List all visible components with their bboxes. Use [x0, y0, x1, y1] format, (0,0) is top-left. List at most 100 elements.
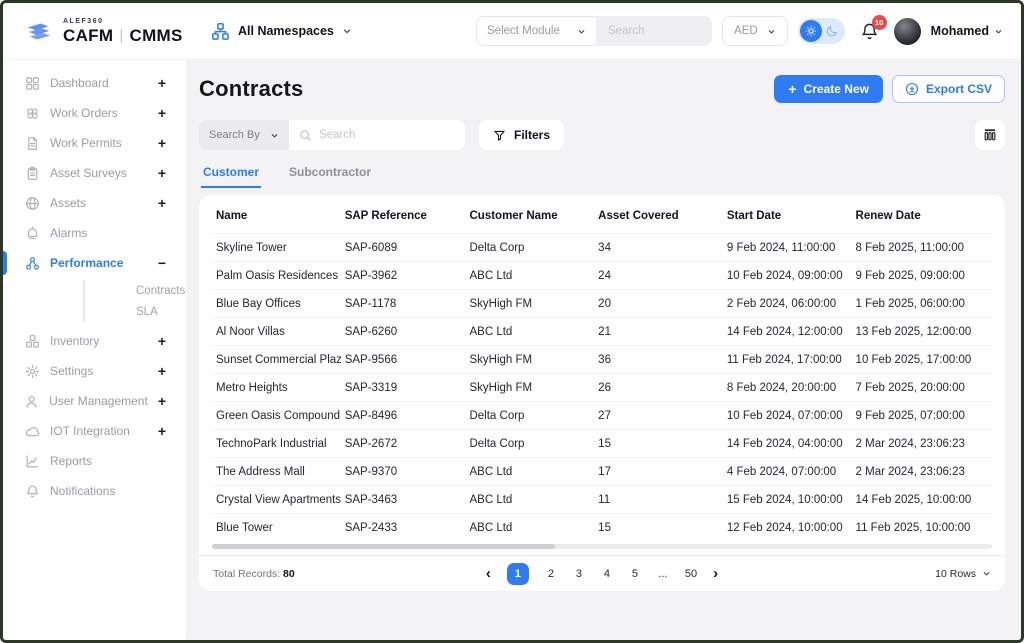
cell-name: Crystal View Apartments [212, 486, 341, 514]
sidebar-item-asset-surveys[interactable]: Asset Surveys+ [3, 158, 186, 188]
pagination-page-2[interactable]: 2 [545, 568, 557, 580]
cell-asset-covered: 17 [594, 458, 723, 486]
pagination-page-50[interactable]: 50 [685, 568, 697, 580]
pagination-page-5[interactable]: 5 [629, 568, 641, 580]
sidebar-item-notifications[interactable]: Notifications [3, 476, 186, 506]
cell-customer-name: ABC Ltd [465, 486, 594, 514]
create-new-button[interactable]: + Create New [774, 75, 883, 103]
global-search-input[interactable] [596, 16, 712, 46]
table-row[interactable]: Green Oasis CompoundSAP-8496Delta Corp27… [212, 402, 992, 430]
sidebar-item-label: Reports [50, 454, 166, 468]
sidebar-subitem-sla[interactable]: SLA [85, 301, 186, 322]
create-new-label: Create New [804, 82, 869, 96]
sidebar-item-reports[interactable]: Reports [3, 446, 186, 476]
dark-mode-moon-icon[interactable] [825, 24, 839, 38]
expand-plus-icon[interactable]: + [158, 166, 166, 180]
search-by-dropdown[interactable]: Search By [199, 120, 289, 150]
cell-sap-reference: SAP-6089 [341, 234, 466, 262]
export-csv-button[interactable]: Export CSV [892, 75, 1005, 103]
pagination-page-1[interactable]: 1 [507, 563, 529, 585]
sidebar-item-work-orders[interactable]: Work Orders+ [3, 98, 186, 128]
cell-start-date: 14 Feb 2024, 12:00:00 [723, 318, 852, 346]
alarm-icon [24, 226, 40, 241]
sidebar-item-iot-integration[interactable]: IOT Integration + [3, 416, 186, 446]
cell-sap-reference: SAP-8496 [341, 402, 466, 430]
expand-plus-icon[interactable]: + [158, 364, 166, 378]
table-row[interactable]: Sunset Commercial PlazaSAP-9566SkyHigh F… [212, 346, 992, 374]
column-settings-button[interactable] [975, 120, 1005, 150]
cell-name: Al Noor Villas [212, 318, 341, 346]
cell-start-date: 11 Feb 2024, 17:00:00 [723, 346, 852, 374]
sidebar-item-label: IOT Integration [50, 424, 148, 438]
table-row[interactable]: Crystal View ApartmentsSAP-3463ABC Ltd11… [212, 486, 992, 514]
expand-plus-icon[interactable]: + [158, 424, 166, 438]
user-avatar[interactable] [894, 18, 921, 45]
brand-logo[interactable]: ALEF360 CAFM | CMMS [23, 17, 189, 45]
expand-plus-icon[interactable]: + [158, 334, 166, 348]
table-row[interactable]: Metro HeightsSAP-3319SkyHigh FM268 Feb 2… [212, 374, 992, 402]
sidebar-item-performance[interactable]: Performance− [3, 248, 186, 278]
tab-subcontractor[interactable]: Subcontractor [287, 165, 373, 188]
expand-plus-icon[interactable]: + [158, 76, 166, 90]
namespaces-dropdown[interactable]: All Namespaces [211, 22, 352, 41]
cell-sap-reference: SAP-3962 [341, 262, 466, 290]
sidebar-item-alarms[interactable]: Alarms [3, 218, 186, 248]
table-row[interactable]: Skyline TowerSAP-6089Delta Corp349 Feb 2… [212, 234, 992, 262]
table-row[interactable]: Palm Oasis ResidencesSAP-3962ABC Ltd2410… [212, 262, 992, 290]
topbar-right: Select Module AED [476, 16, 1003, 46]
light-mode-sun-icon[interactable] [800, 20, 822, 42]
sidebar-item-dashboard[interactable]: Dashboard + [3, 68, 186, 98]
table-row[interactable]: Blue TowerSAP-2433ABC Ltd1512 Feb 2024, … [212, 514, 992, 542]
sidebar-subitem-contracts[interactable]: Contracts [85, 280, 186, 301]
expand-plus-icon[interactable]: + [158, 106, 166, 120]
cell-customer-name: SkyHigh FM [465, 290, 594, 318]
notifications-bell[interactable]: 10 [860, 22, 879, 41]
tab-customer[interactable]: Customer [201, 165, 261, 188]
sidebar-item-assets[interactable]: Assets + [3, 188, 186, 218]
table-row[interactable]: TechnoPark IndustrialSAP-2672Delta Corp1… [212, 430, 992, 458]
column-header-name: Name [212, 197, 341, 234]
cell-customer-name: ABC Ltd [465, 318, 594, 346]
table-tabs: Customer Subcontractor [199, 165, 1005, 188]
sidebar-item-label: Alarms [50, 226, 166, 240]
collapse-minus-icon[interactable]: − [158, 256, 166, 270]
rows-per-page-dropdown[interactable]: 10 Rows [718, 568, 991, 580]
cell-renew-date: 10 Feb 2025, 17:00:00 [852, 346, 992, 374]
sidebar-item-settings[interactable]: Settings+ [3, 356, 186, 386]
cell-renew-date: 2 Mar 2024, 23:06:23 [852, 458, 992, 486]
theme-toggle[interactable] [798, 18, 845, 44]
table-row[interactable]: Blue Bay OfficesSAP-1178SkyHigh FM202 Fe… [212, 290, 992, 318]
table-search [289, 120, 465, 150]
horizontal-scrollbar-thumb[interactable] [212, 544, 555, 549]
currency-dropdown[interactable]: AED [722, 16, 788, 46]
expand-plus-icon[interactable]: + [158, 136, 166, 150]
select-module-dropdown[interactable]: Select Module [476, 16, 596, 46]
user-menu[interactable]: Mohamed [931, 24, 1003, 38]
column-header-customer-name: Customer Name [465, 197, 594, 234]
chevron-down-icon [767, 27, 776, 36]
cell-sap-reference: SAP-9566 [341, 346, 466, 374]
sidebar-item-label: Assets [50, 196, 148, 210]
pagination-prev-icon[interactable]: ‹ [486, 566, 491, 581]
table-controls: Search By [199, 120, 1005, 150]
expand-plus-icon[interactable]: + [158, 394, 166, 408]
pagination-page-3[interactable]: 3 [573, 568, 585, 580]
filters-button[interactable]: Filters [479, 120, 564, 150]
active-indicator [3, 419, 7, 443]
cell-customer-name: ABC Ltd [465, 262, 594, 290]
cell-renew-date: 2 Mar 2024, 23:06:23 [852, 430, 992, 458]
sidebar-item-inventory[interactable]: Inventory+ [3, 326, 186, 356]
table-row[interactable]: Al Noor VillasSAP-6260ABC Ltd2114 Feb 20… [212, 318, 992, 346]
sidebar-item-label: Dashboard [50, 76, 148, 90]
pagination-page-4[interactable]: 4 [601, 568, 613, 580]
table-search-input[interactable] [319, 129, 455, 141]
expand-plus-icon[interactable]: + [158, 196, 166, 210]
chevron-down-icon [577, 27, 586, 36]
cell-sap-reference: SAP-2433 [341, 514, 466, 542]
sidebar-item-work-permits[interactable]: Work Permits+ [3, 128, 186, 158]
table-row[interactable]: The Address MallSAP-9370ABC Ltd174 Feb 2… [212, 458, 992, 486]
cell-asset-covered: 24 [594, 262, 723, 290]
cell-renew-date: 13 Feb 2025, 12:00:00 [852, 318, 992, 346]
active-indicator [3, 101, 7, 125]
sidebar-item-user-management[interactable]: User Management+ [3, 386, 186, 416]
